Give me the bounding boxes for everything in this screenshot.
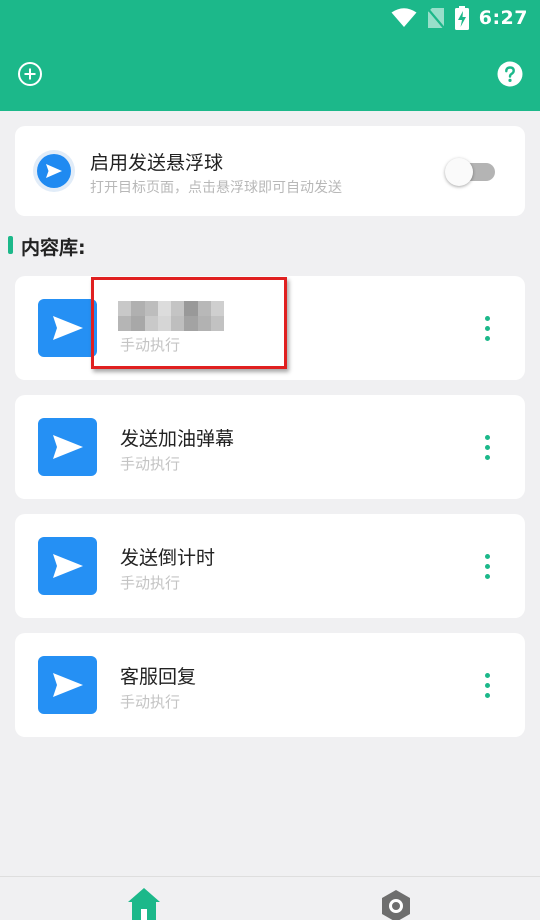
home-icon [128, 888, 160, 920]
item-icon [38, 537, 97, 595]
send-icon [53, 435, 83, 459]
status-bar: 6:27 [391, 5, 528, 31]
wifi-icon [391, 8, 417, 27]
nav-home-tab[interactable] [127, 887, 161, 920]
floating-ball-card: 启用发送悬浮球 打开目标页面，点击悬浮球即可自动发送 [15, 126, 525, 216]
battery-charging-icon [454, 6, 469, 30]
more-options-button[interactable] [477, 671, 497, 699]
send-icon [46, 164, 62, 178]
nav-settings-tab[interactable] [379, 889, 413, 920]
status-time: 6:27 [478, 7, 528, 29]
item-subtitle: 手动执行 [120, 455, 181, 473]
toggle-thumb [445, 158, 473, 186]
app-header: 6:27 [0, 0, 540, 111]
floating-ball-title: 启用发送悬浮球 [90, 152, 224, 174]
item-title: 客服回复 [120, 666, 197, 688]
list-item[interactable]: 客服回复 手动执行 [15, 633, 525, 737]
highlight-annotation-box [91, 277, 287, 369]
send-icon [53, 554, 83, 578]
item-icon [38, 418, 97, 476]
library-title: 内容库: [21, 237, 86, 259]
add-button[interactable] [17, 61, 43, 87]
more-options-button[interactable] [477, 314, 497, 342]
list-item[interactable]: 发送加油弹幕 手动执行 [15, 395, 525, 499]
floating-ball-subtitle: 打开目标页面，点击悬浮球即可自动发送 [90, 180, 342, 196]
list-item[interactable]: 发送倒计时 手动执行 [15, 514, 525, 618]
item-subtitle: 手动执行 [120, 693, 181, 711]
settings-icon [382, 890, 410, 920]
section-accent-bar [8, 236, 13, 254]
item-icon [38, 656, 97, 714]
no-sim-icon [426, 8, 445, 29]
more-options-button[interactable] [477, 433, 497, 461]
send-icon [53, 316, 83, 340]
help-icon [497, 61, 523, 87]
send-icon [53, 673, 83, 697]
item-icon [38, 299, 97, 357]
more-options-button[interactable] [477, 552, 497, 580]
help-button[interactable] [497, 61, 523, 87]
bottom-nav [0, 876, 540, 920]
floating-ball-toggle[interactable] [445, 158, 495, 186]
add-circle-icon [18, 62, 42, 86]
floating-ball-icon [33, 150, 75, 192]
item-subtitle: 手动执行 [120, 574, 181, 592]
item-title: 发送倒计时 [120, 547, 216, 569]
item-title: 发送加油弹幕 [120, 428, 235, 450]
